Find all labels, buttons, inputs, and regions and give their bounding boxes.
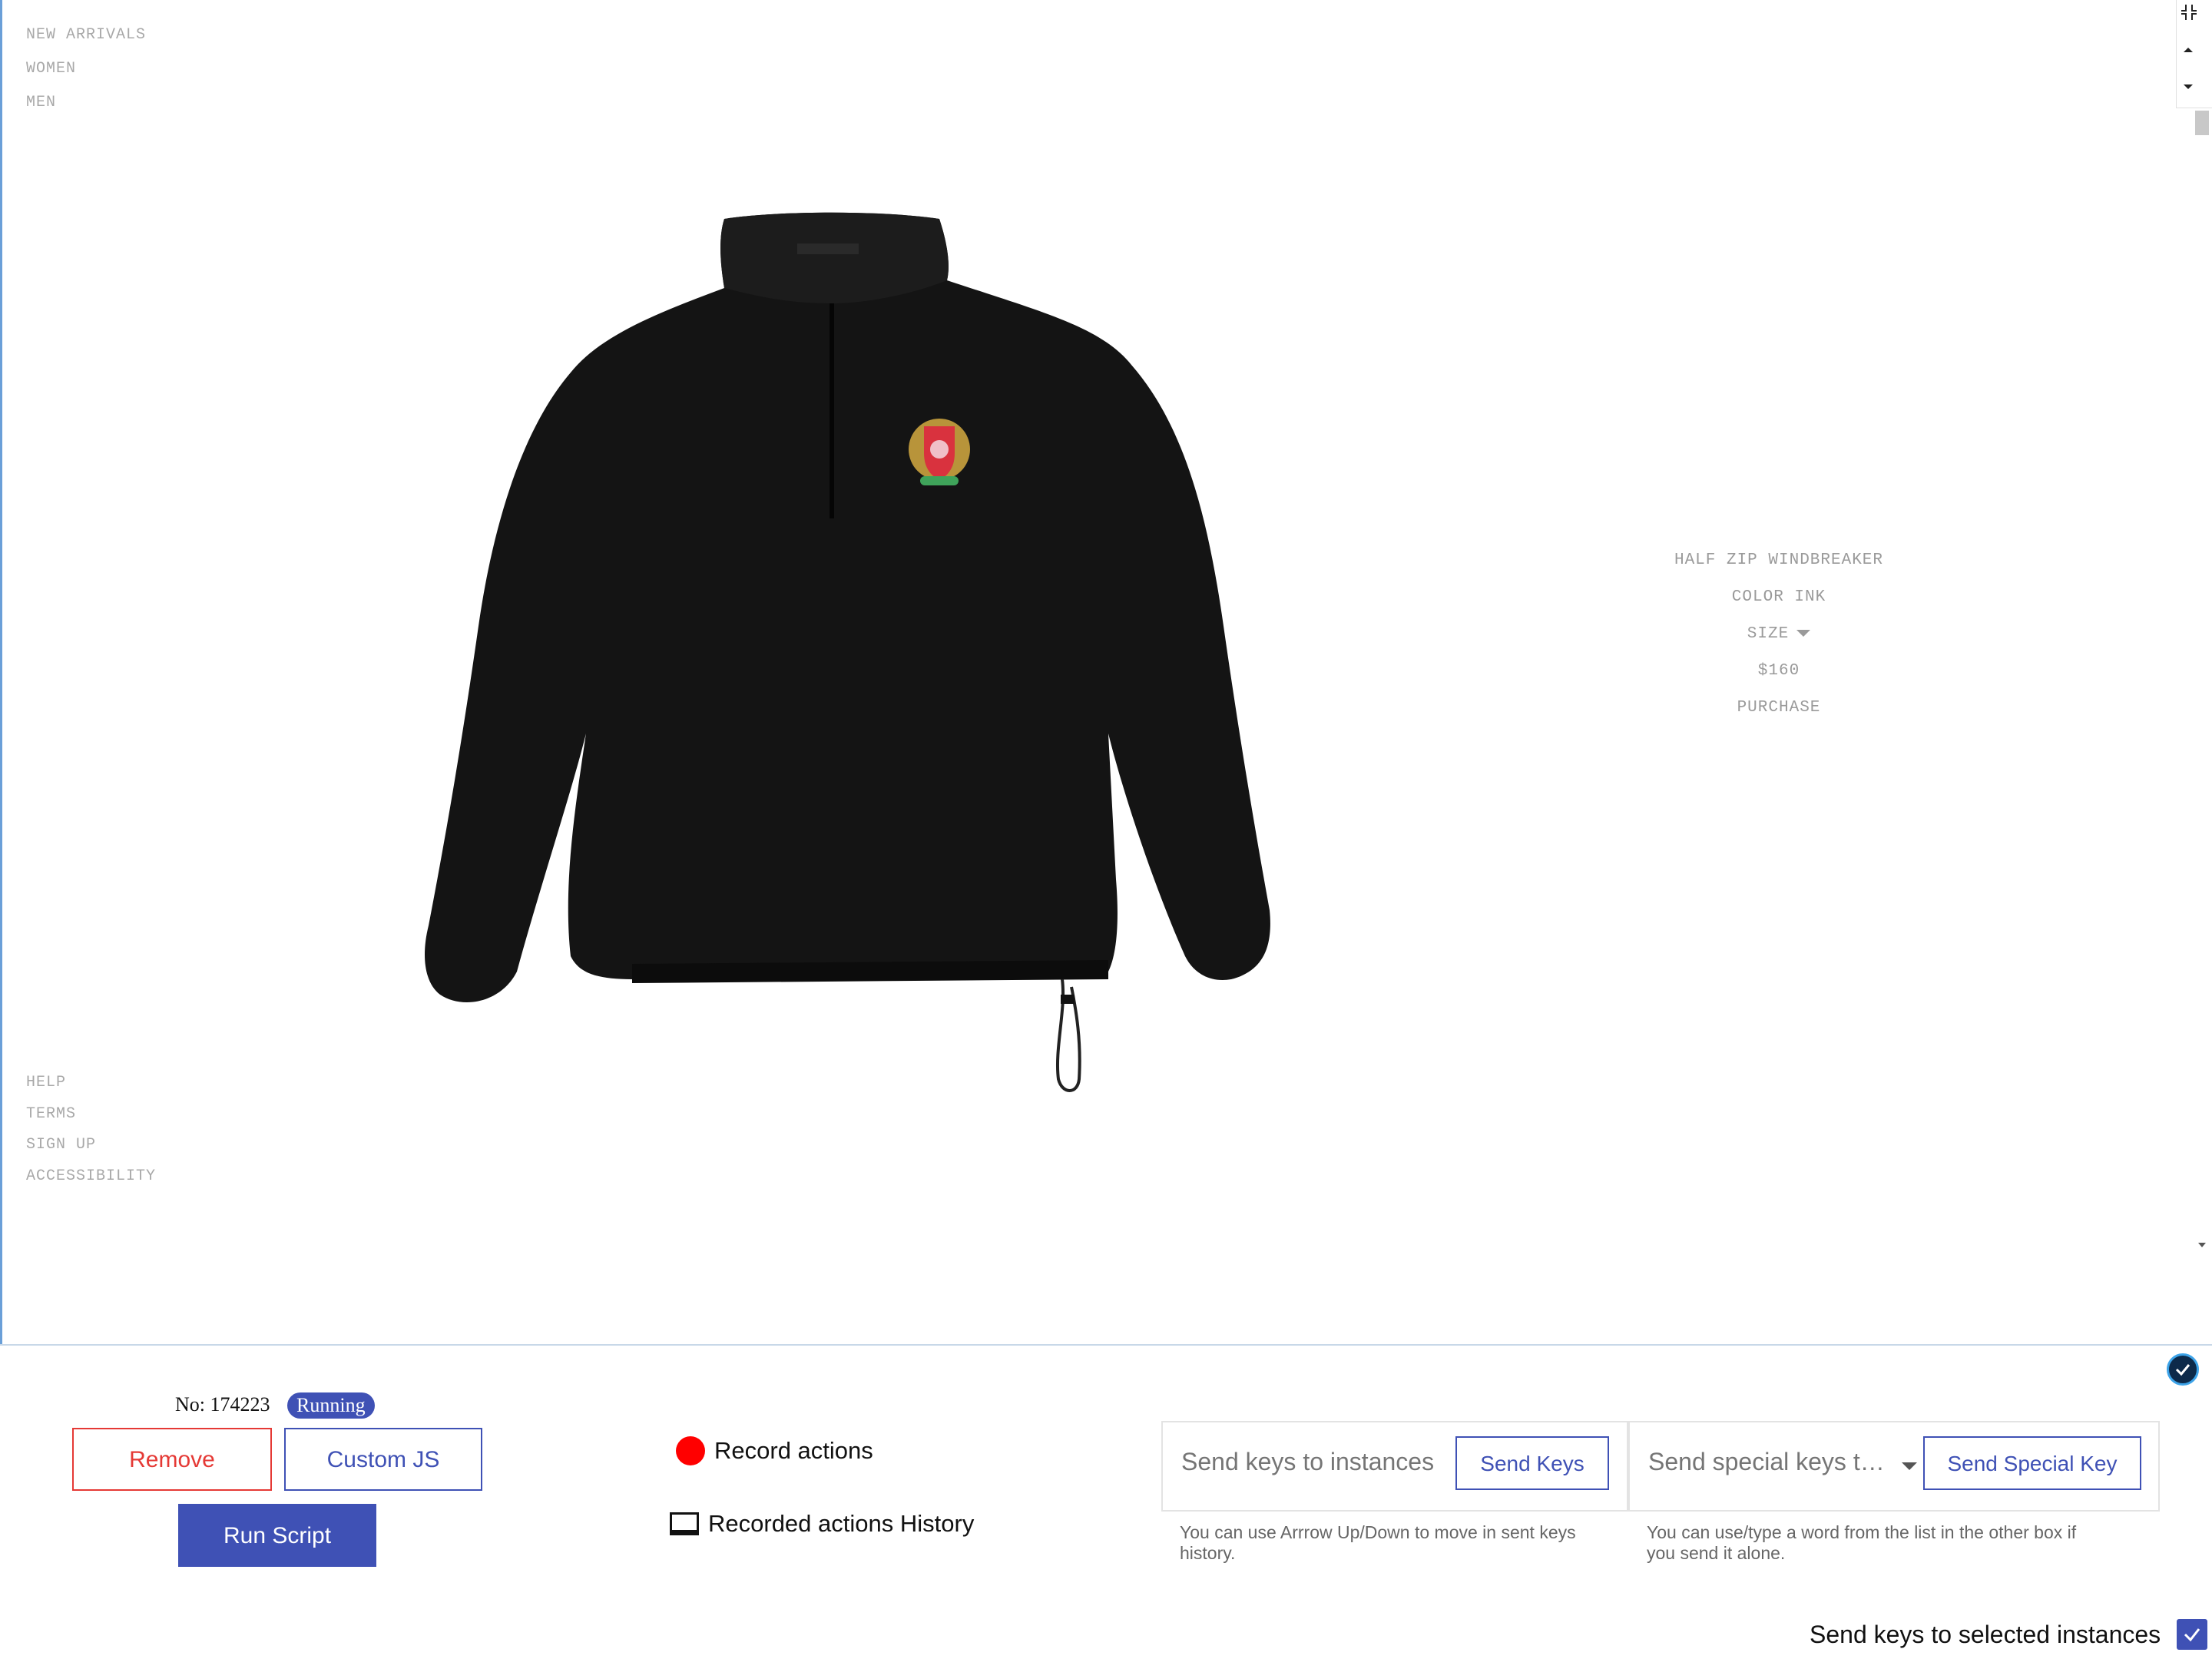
special-keys-help: You can use/type a word from the list in…	[1647, 1522, 2077, 1563]
recorded-actions-history[interactable]: Recorded actions History	[670, 1510, 974, 1538]
send-special-key-button[interactable]: Send Special Key	[1923, 1436, 2141, 1490]
send-keys-button[interactable]: Send Keys	[1455, 1436, 1609, 1490]
product-info: HALF ZIP WINDBREAKER COLOR INK SIZE $160…	[1592, 542, 1965, 727]
special-keys-select[interactable]	[1647, 1447, 1903, 1477]
scroll-controls	[2176, 0, 2212, 108]
arrow-down-icon[interactable]	[2184, 84, 2193, 89]
remove-button[interactable]: Remove	[72, 1428, 272, 1491]
send-keys-input[interactable]	[1180, 1447, 1459, 1477]
check-circle-icon[interactable]	[2167, 1353, 2199, 1386]
record-icon	[676, 1436, 705, 1465]
history-label: Recorded actions History	[708, 1510, 975, 1537]
product-name: HALF ZIP WINDBREAKER	[1674, 551, 1884, 569]
arrow-up-icon[interactable]	[2184, 48, 2193, 52]
size-label: SIZE	[1747, 625, 1790, 643]
footer-accessibility[interactable]: ACCESSIBILITY	[26, 1161, 156, 1193]
product-image[interactable]	[233, 196, 1431, 1094]
record-actions-toggle[interactable]: Record actions	[676, 1436, 873, 1465]
chevron-down-icon[interactable]	[1902, 1462, 1917, 1470]
size-select[interactable]: SIZE	[1592, 616, 1965, 653]
main-nav: NEW ARRIVALS WOMEN MEN	[26, 18, 146, 120]
send-keys-help: You can use Arrrow Up/Down to move in se…	[1180, 1522, 1576, 1563]
selected-instances-label: Send keys to selected instances	[1810, 1621, 2161, 1648]
footer-terms[interactable]: TERMS	[26, 1099, 156, 1131]
run-script-button[interactable]: Run Script	[178, 1504, 376, 1567]
collapse-icon[interactable]	[2181, 5, 2197, 20]
custom-js-button[interactable]: Custom JS	[284, 1428, 482, 1491]
nav-women[interactable]: WOMEN	[26, 52, 146, 86]
footer-help[interactable]: HELP	[26, 1068, 156, 1099]
instance-number: No: 174223	[175, 1393, 270, 1416]
selected-instances-checkbox[interactable]	[2177, 1619, 2207, 1650]
laptop-icon	[670, 1512, 699, 1535]
footer-nav: HELP TERMS SIGN UP ACCESSIBILITY	[26, 1068, 156, 1192]
scrollbar[interactable]	[2176, 0, 2212, 1252]
scroll-thumb[interactable]	[2195, 111, 2209, 135]
footer-signup[interactable]: SIGN UP	[26, 1130, 156, 1161]
product-color: COLOR INK	[1731, 588, 1826, 606]
windbreaker-icon	[425, 212, 1270, 1092]
scroll-control-icons	[2181, 5, 2197, 89]
nav-men[interactable]: MEN	[26, 86, 146, 120]
purchase-button[interactable]: PURCHASE	[1592, 690, 1965, 727]
record-actions-label: Record actions	[714, 1437, 873, 1464]
nav-new-arrivals[interactable]: NEW ARRIVALS	[26, 18, 146, 52]
chevron-down-icon	[1796, 629, 1811, 637]
checkmark-icon	[2184, 1628, 2200, 1642]
product-price: $160	[1757, 662, 1800, 680]
check-icon	[2175, 1364, 2190, 1376]
scroll-down-icon[interactable]	[2197, 1241, 2207, 1249]
browser-viewport: NEW ARRIVALS WOMEN MEN HALF ZIP WINDBREA…	[0, 0, 2212, 1344]
status-badge: Running	[287, 1392, 375, 1419]
